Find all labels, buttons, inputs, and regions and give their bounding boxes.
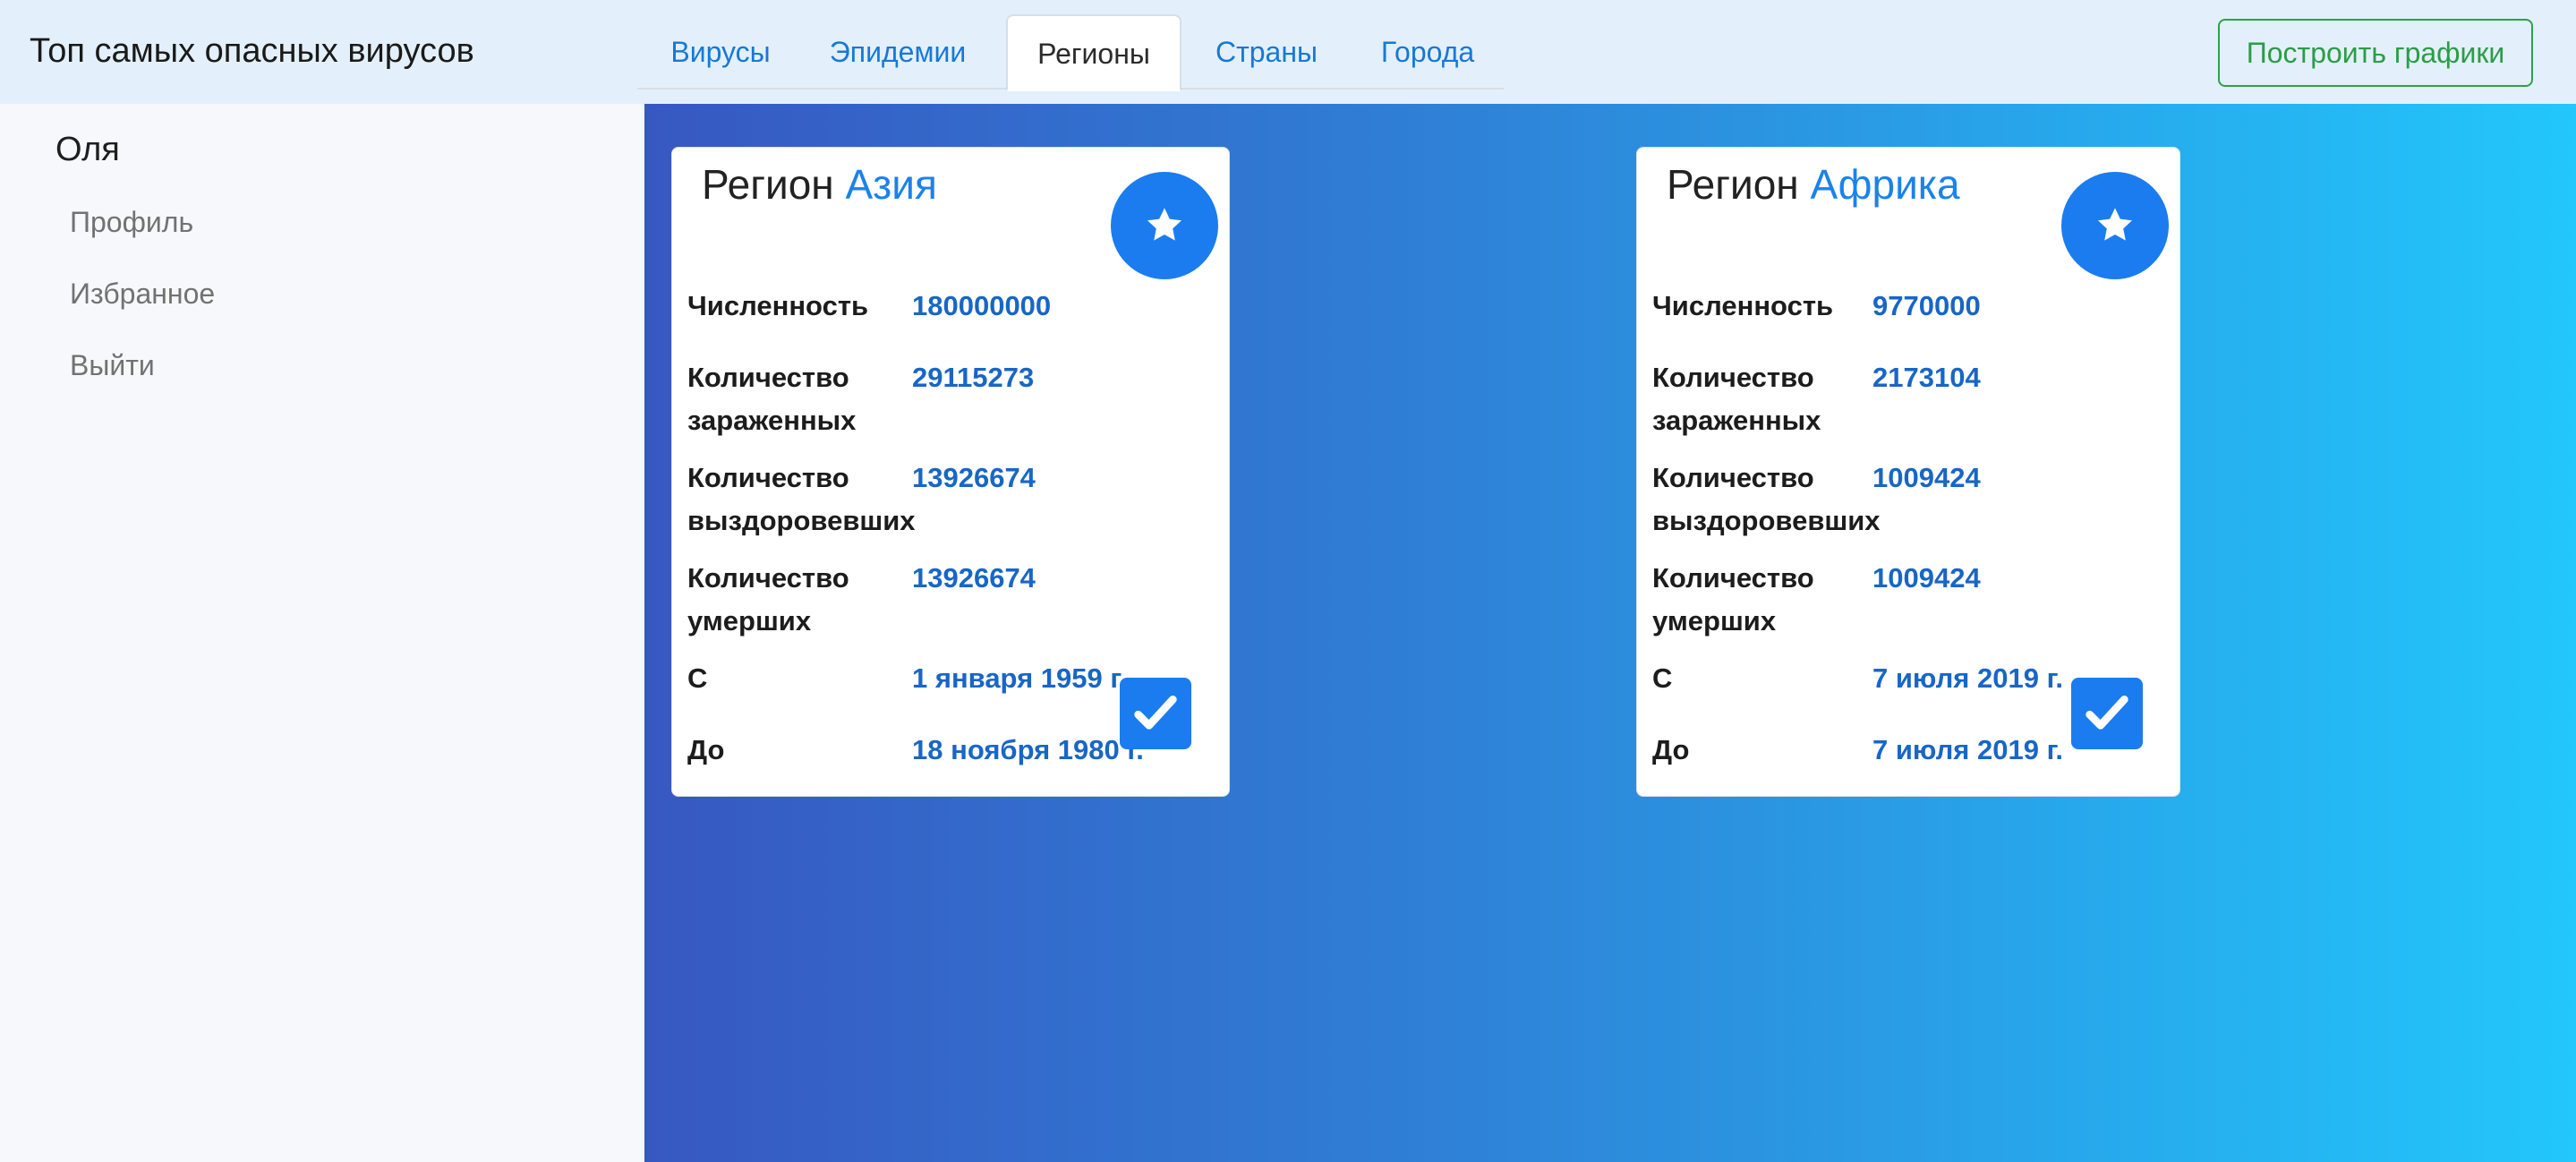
card-title: Регион Африка: [1667, 160, 1960, 209]
from-value: 7 июля 2019 г.: [1872, 662, 2064, 694]
recovered-label-line1: Количество: [1652, 462, 1814, 493]
main-content: Регион Азия Численность 180000000 Количе…: [644, 104, 2576, 1162]
infected-label-line1: Количество: [1652, 362, 1814, 393]
to-label: До: [687, 734, 725, 765]
deaths-label-line1: Количество: [1652, 562, 1814, 594]
from-value: 1 января 1959 г.: [912, 662, 1127, 694]
population-value: 180000000: [912, 290, 1052, 321]
to-value: 18 ноября 1980 г.: [912, 734, 1144, 765]
sidebar-user-name: Оля: [55, 131, 120, 168]
favorite-button[interactable]: [1111, 172, 1218, 279]
region-card: Регион Африка Численность 9770000 Количе…: [1636, 147, 2180, 797]
recovered-value: 1009424: [1872, 462, 1981, 493]
deaths-value: 1009424: [1872, 562, 1981, 594]
sidebar-item-favorites[interactable]: Избранное: [70, 278, 215, 311]
nav-tabs: Вирусы Эпидемии Регионы Страны Города: [637, 14, 1504, 91]
deaths-label-line2: умерших: [1652, 605, 1777, 637]
recovered-label-line1: Количество: [687, 462, 849, 493]
to-value: 7 июля 2019 г.: [1872, 734, 2064, 765]
app-title: Топ самых опасных вирусов: [30, 32, 474, 70]
infected-label-line2: зараженных: [687, 405, 857, 436]
population-label: Численность: [1652, 290, 1834, 321]
tab-cities[interactable]: Города: [1352, 14, 1504, 90]
infected-value: 2173104: [1872, 362, 1981, 393]
from-label: С: [687, 662, 708, 694]
infected-label-line1: Количество: [687, 362, 849, 393]
to-label: До: [1652, 734, 1690, 765]
select-checkbox[interactable]: [2071, 678, 2143, 749]
top-navbar: Топ самых опасных вирусов Вирусы Эпидеми…: [0, 0, 2576, 104]
deaths-label-line1: Количество: [687, 562, 849, 594]
sidebar-item-logout[interactable]: Выйти: [70, 349, 155, 382]
recovered-label-line2: выздоровевших: [1652, 505, 1881, 536]
favorite-button[interactable]: [2061, 172, 2169, 279]
card-title: Регион Азия: [702, 160, 937, 209]
region-card: Регион Азия Численность 180000000 Количе…: [671, 147, 1230, 797]
region-name: Азия: [845, 161, 937, 208]
deaths-value: 13926674: [912, 562, 1036, 594]
star-icon: [1147, 208, 1181, 241]
card-title-prefix: Регион: [702, 161, 834, 208]
population-value: 9770000: [1872, 290, 1981, 321]
recovered-value: 13926674: [912, 462, 1036, 493]
tab-viruses[interactable]: Вирусы: [637, 14, 804, 90]
deaths-label-line2: умерших: [687, 605, 812, 637]
from-label: С: [1652, 662, 1673, 694]
infected-label-line2: зараженных: [1652, 405, 1821, 436]
star-icon: [2098, 208, 2132, 241]
recovered-label-line2: выздоровевших: [687, 505, 916, 536]
checkmark-icon: [1134, 695, 1177, 730]
tab-epidemics[interactable]: Эпидемии: [804, 14, 992, 90]
select-checkbox[interactable]: [1120, 678, 1191, 749]
population-label: Численность: [687, 290, 869, 321]
sidebar: Оля Профиль Избранное Выйти: [0, 104, 644, 1162]
card-title-prefix: Регион: [1667, 161, 1799, 208]
region-name: Африка: [1810, 161, 1960, 208]
tab-regions[interactable]: Регионы: [1006, 14, 1181, 91]
checkmark-icon: [2086, 695, 2128, 730]
tab-countries[interactable]: Страны: [1181, 14, 1352, 90]
sidebar-item-profile[interactable]: Профиль: [70, 206, 193, 239]
infected-value: 29115273: [912, 362, 1035, 393]
build-charts-button[interactable]: Построить графики: [2218, 19, 2533, 87]
